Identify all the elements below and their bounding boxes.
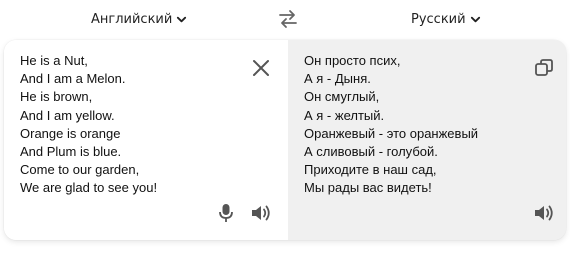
chevron-down-icon	[177, 16, 187, 22]
source-language-label: Английский	[91, 11, 173, 27]
swap-arrows-icon	[279, 10, 297, 28]
swap-languages-button[interactable]	[277, 8, 299, 30]
translation-pane: Он просто псих, А я - Дыня. Он смуглый, …	[288, 40, 566, 240]
source-text-input[interactable]: He is a Nut, And I am a Melon. He is bro…	[20, 52, 250, 198]
microphone-button[interactable]	[214, 201, 238, 225]
copy-icon	[535, 59, 553, 76]
speaker-icon	[535, 205, 553, 221]
target-language-label: Русский	[411, 11, 466, 27]
language-bar: Английский Русский	[0, 0, 570, 38]
speak-translation-button[interactable]	[532, 201, 556, 225]
source-pane: He is a Nut, And I am a Melon. He is bro…	[4, 40, 288, 240]
close-icon	[253, 60, 269, 76]
copy-button[interactable]	[532, 56, 556, 80]
clear-button[interactable]	[249, 56, 273, 80]
speak-source-button[interactable]	[249, 201, 273, 225]
microphone-icon	[219, 204, 233, 222]
target-language-selector[interactable]: Русский	[411, 0, 481, 38]
source-language-selector[interactable]: Английский	[91, 0, 187, 38]
translation-text: Он просто псих, А я - Дыня. Он смуглый, …	[304, 53, 479, 196]
chevron-down-icon	[470, 16, 480, 22]
translator-panel: He is a Nut, And I am a Melon. He is bro…	[4, 40, 566, 240]
speaker-icon	[252, 205, 270, 221]
